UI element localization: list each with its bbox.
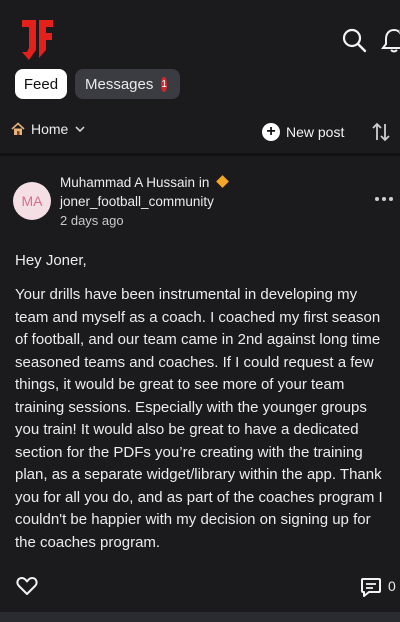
comment-icon[interactable]: [360, 576, 382, 598]
in-label: in: [198, 175, 210, 190]
bell-icon[interactable]: [380, 27, 400, 53]
post-actions: 0: [0, 566, 400, 606]
next-post-edge: [0, 612, 400, 622]
chevron-down-icon: [75, 126, 85, 133]
plus-icon: +: [262, 123, 280, 141]
post-timestamp: 2 days ago: [60, 213, 124, 228]
new-post-label: New post: [286, 124, 345, 140]
more-dots-icon[interactable]: [375, 194, 395, 204]
app-logo[interactable]: [20, 18, 54, 62]
top-bar: [0, 0, 400, 70]
sort-arrows-icon[interactable]: [370, 121, 392, 143]
post-body: Your drills have been instrumental in de…: [15, 286, 383, 551]
tab-messages[interactable]: Messages 1: [75, 69, 180, 99]
tab-messages-label: Messages: [85, 75, 154, 93]
avatar[interactable]: MA: [13, 182, 51, 220]
post-author-line: Muhammad A Hussain in: [60, 175, 229, 190]
post-greeting: Hey Joner,: [15, 252, 87, 269]
tab-feed-label: Feed: [23, 75, 59, 93]
comment-count: 0: [388, 578, 396, 594]
heart-icon[interactable]: [16, 576, 38, 596]
post-card: MA Muhammad A Hussain in joner_football_…: [0, 156, 400, 566]
new-post-button[interactable]: + New post: [262, 119, 344, 145]
diamond-icon: [216, 175, 229, 188]
author-name[interactable]: Muhammad A Hussain: [60, 175, 195, 190]
search-icon[interactable]: [341, 27, 367, 53]
feed-filter-bar: Home + New post: [0, 115, 400, 149]
community-link[interactable]: joner_football_community: [60, 194, 214, 209]
messages-badge: 1: [161, 76, 167, 92]
tab-feed[interactable]: Feed: [15, 69, 67, 99]
home-dropdown[interactable]: Home: [11, 121, 86, 137]
main-tabs: Feed Messages 1: [15, 69, 180, 99]
house-icon: [11, 122, 25, 135]
home-label: Home: [31, 121, 69, 137]
